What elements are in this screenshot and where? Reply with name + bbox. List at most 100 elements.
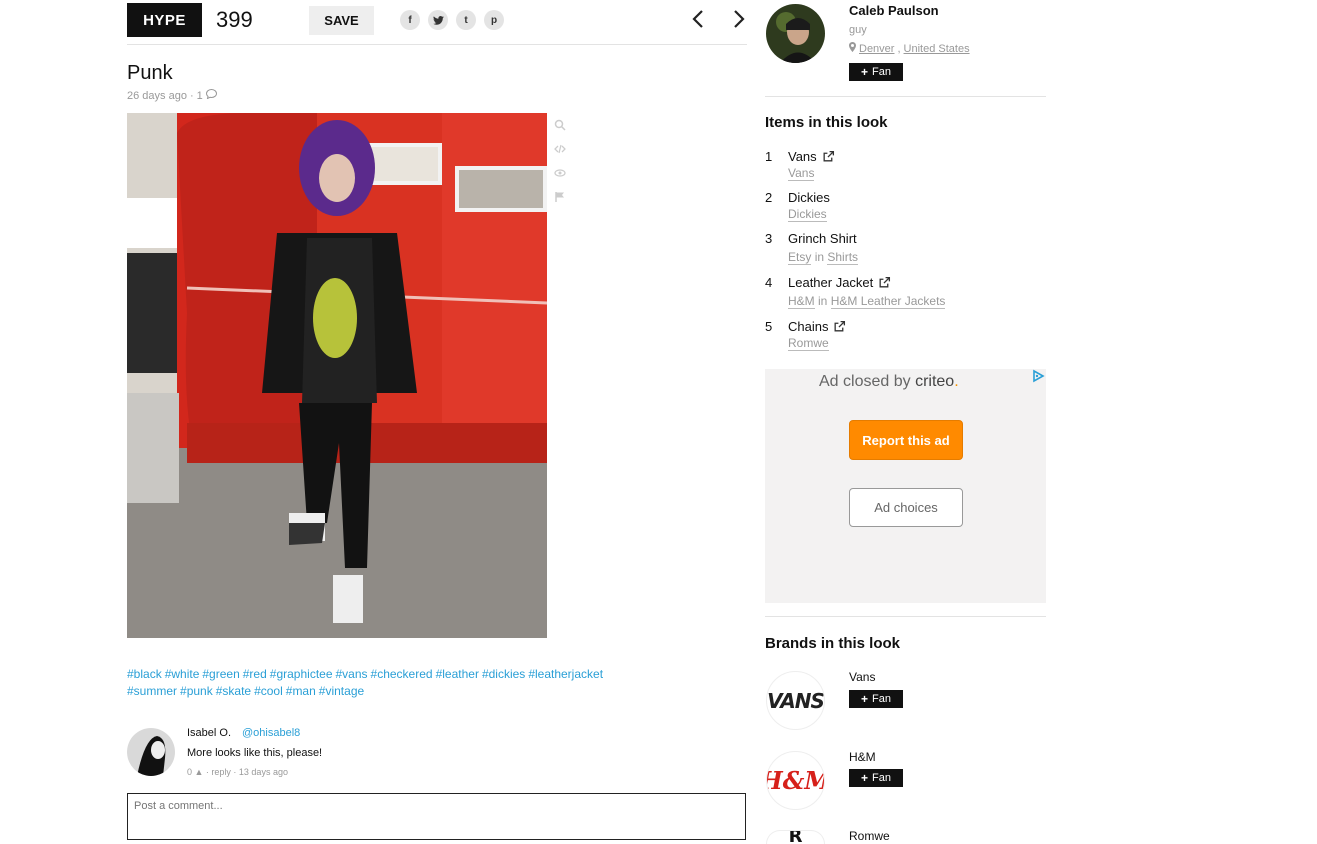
- hashtag[interactable]: #dickies: [482, 667, 525, 681]
- location-comma: ,: [897, 42, 901, 55]
- hashtag[interactable]: #leather: [436, 667, 479, 681]
- external-link-icon: [879, 276, 891, 288]
- hashtag[interactable]: #black: [127, 667, 162, 681]
- location-city-link[interactable]: Denver: [859, 43, 894, 55]
- item-name[interactable]: Leather Jacket: [788, 275, 891, 290]
- hype-button[interactable]: HYPE: [127, 3, 202, 37]
- item-source: Romwe: [788, 336, 829, 351]
- brand-name[interactable]: Vans: [849, 670, 875, 684]
- item-store-link[interactable]: Etsy: [788, 250, 812, 265]
- post-meta: 26 days ago · 1: [127, 88, 217, 102]
- commenter-avatar[interactable]: [127, 728, 175, 776]
- item-source: Vans: [788, 166, 815, 181]
- brand-name[interactable]: Romwe: [849, 829, 890, 843]
- item-category-link[interactable]: H&M Leather Jackets: [830, 294, 946, 309]
- hashtag[interactable]: #green: [202, 667, 239, 681]
- post-title: Punk: [127, 62, 173, 84]
- item-number: 3: [765, 231, 773, 246]
- hashtag[interactable]: #graphictee: [270, 667, 333, 681]
- item-name-text: Chains: [788, 319, 829, 334]
- criteo-dot: .: [954, 373, 959, 390]
- hm-logo[interactable]: H&M: [766, 751, 825, 810]
- hype-count: 399: [216, 7, 253, 32]
- post-time: 26 days ago: [127, 89, 187, 102]
- author-location: Denver, United States: [849, 42, 970, 55]
- hashtag[interactable]: #white: [165, 667, 200, 681]
- post-toolbar: HYPE 399 SAVE f t p: [127, 3, 747, 45]
- items-heading: Items in this look: [765, 114, 888, 131]
- author-name[interactable]: Caleb Paulson: [849, 3, 939, 18]
- comment-text: More looks like this, please!: [187, 747, 323, 759]
- vans-logo-text: VANS: [767, 688, 824, 713]
- commenter-name[interactable]: Isabel O.: [187, 727, 231, 739]
- pinterest-icon[interactable]: p: [484, 10, 504, 30]
- plus-icon: +: [861, 692, 869, 706]
- hashtag[interactable]: #vintage: [319, 684, 364, 698]
- hashtag[interactable]: #vans: [336, 667, 368, 681]
- fan-author-button[interactable]: + Fan: [849, 63, 903, 81]
- save-button[interactable]: SAVE: [309, 6, 374, 35]
- item-source: Etsy in Shirts: [788, 250, 859, 265]
- zoom-icon[interactable]: [554, 118, 568, 134]
- brand-name[interactable]: H&M: [849, 750, 876, 764]
- hashtag[interactable]: #checkered: [371, 667, 433, 681]
- item-source: Dickies: [788, 207, 827, 222]
- hashtag[interactable]: #summer: [127, 684, 177, 698]
- comment-bubble-icon[interactable]: [205, 88, 217, 102]
- adchoices-icon[interactable]: [1030, 369, 1046, 383]
- hide-eye-icon[interactable]: [554, 166, 568, 182]
- item-category-link[interactable]: Shirts: [827, 250, 859, 265]
- comment-meta[interactable]: 0 ▲ · reply · 13 days ago: [187, 767, 288, 777]
- item-store-link[interactable]: Romwe: [788, 336, 829, 351]
- hm-logo-text: H&M: [767, 766, 824, 795]
- comment-input[interactable]: [127, 793, 746, 840]
- item-name[interactable]: Grinch Shirt: [788, 231, 857, 246]
- hashtag[interactable]: #man: [286, 684, 316, 698]
- item-name[interactable]: Dickies: [788, 190, 830, 205]
- fan-brand-button[interactable]: + Fan: [849, 690, 903, 708]
- next-arrow-icon[interactable]: [728, 5, 750, 33]
- hashtag[interactable]: #skate: [216, 684, 251, 698]
- hashtag[interactable]: #leatherjacket: [528, 667, 603, 681]
- hashtag-list: #black #white #green #red #graphictee #vans #c…: [127, 666, 687, 700]
- comment-count[interactable]: 1: [197, 90, 203, 102]
- item-in-label: in: [814, 250, 825, 264]
- ad-panel: Ad closed by criteo. Report this ad Ad c…: [765, 369, 1046, 603]
- facebook-icon[interactable]: f: [400, 10, 420, 30]
- meta-separator: ·: [189, 89, 194, 102]
- ad-closed-text: Ad closed by: [819, 373, 911, 390]
- report-ad-button[interactable]: Report this ad: [849, 420, 963, 460]
- photo-tools: [554, 118, 568, 206]
- twitter-icon[interactable]: [428, 10, 448, 30]
- item-name[interactable]: Chains: [788, 319, 846, 334]
- item-in-label: in: [818, 294, 828, 308]
- item-store-link[interactable]: H&M: [788, 294, 815, 309]
- fan-brand-button[interactable]: + Fan: [849, 769, 903, 787]
- vans-logo[interactable]: VANS: [766, 671, 825, 730]
- previous-arrow-icon[interactable]: [687, 5, 709, 33]
- hashtag[interactable]: #punk: [180, 684, 213, 698]
- divider: [765, 616, 1046, 617]
- brands-heading: Brands in this look: [765, 635, 901, 652]
- location-country-link[interactable]: United States: [904, 43, 970, 55]
- fan-label: Fan: [872, 693, 891, 705]
- hashtag[interactable]: #cool: [254, 684, 283, 698]
- item-number: 4: [765, 275, 773, 290]
- item-store-link[interactable]: Dickies: [788, 207, 827, 222]
- embed-code-icon[interactable]: [554, 142, 568, 158]
- tumblr-icon[interactable]: t: [456, 10, 476, 30]
- romwe-logo[interactable]: R: [766, 830, 825, 844]
- author-avatar[interactable]: [766, 4, 825, 63]
- flag-icon[interactable]: [554, 190, 568, 206]
- item-number: 5: [765, 319, 773, 334]
- ad-choices-button[interactable]: Ad choices: [849, 488, 963, 527]
- divider: [765, 96, 1046, 97]
- criteo-logo: criteo: [915, 373, 955, 390]
- item-number: 1: [765, 149, 773, 164]
- hashtag[interactable]: #red: [243, 667, 267, 681]
- item-name[interactable]: Vans: [788, 149, 835, 164]
- look-photo[interactable]: [127, 113, 547, 638]
- item-store-link[interactable]: Vans: [788, 166, 815, 181]
- item-number: 2: [765, 190, 773, 205]
- commenter-handle[interactable]: @ohisabel8: [242, 727, 300, 739]
